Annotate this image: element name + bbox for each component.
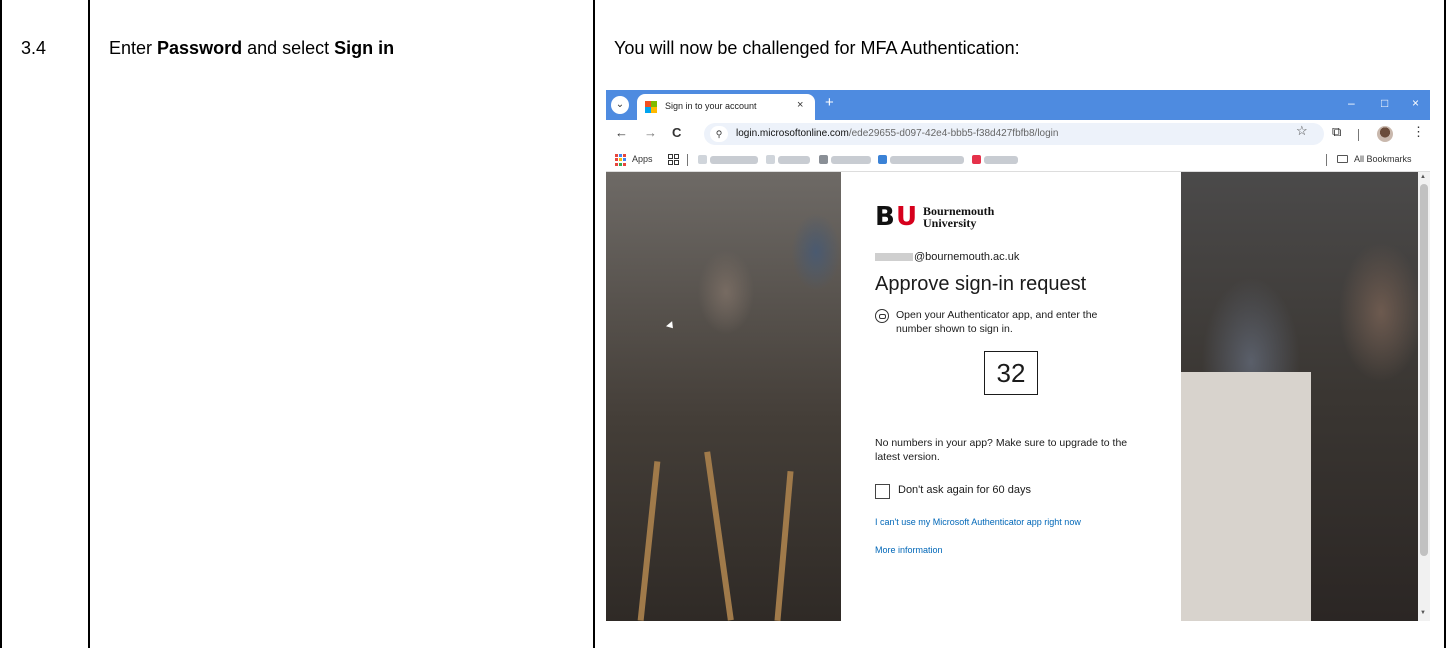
minimize-icon[interactable]: –: [1348, 96, 1355, 110]
authenticator-lock-icon: [875, 309, 889, 323]
column-divider-2: [593, 0, 595, 648]
bookmark-item[interactable]: [984, 156, 1018, 164]
tab-close-icon[interactable]: ×: [797, 99, 803, 111]
logo-name: Bournemouth University: [923, 205, 994, 229]
page-title: Approve sign-in request: [875, 273, 1087, 295]
email-suffix: @bournemouth.ac.uk: [914, 251, 1020, 263]
stool-leg: [704, 451, 734, 621]
bookmark-item[interactable]: [890, 156, 964, 164]
forward-icon[interactable]: →: [644, 125, 657, 140]
extensions-icon[interactable]: ⧉: [1332, 124, 1341, 140]
browser-menu-icon[interactable]: ⋮: [1412, 124, 1425, 140]
step-instruction: Enter Password and select Sign in: [109, 37, 394, 59]
bookmark-favicon[interactable]: [698, 155, 707, 164]
folder-icon[interactable]: [1337, 155, 1348, 163]
url-domain: login.microsoftonline.com: [736, 128, 849, 139]
stool-leg: [774, 471, 794, 621]
site-info-icon[interactable]: ⚲: [710, 126, 728, 142]
authenticator-instruction: Open your Authenticator app, and enter t…: [896, 309, 1098, 335]
browser-screenshot: ⌄ Sign in to your account × + – □ × ← → …: [606, 90, 1430, 621]
logo-letter-u: U: [896, 202, 918, 232]
background-table: [1181, 372, 1311, 621]
redacted-username: [875, 253, 913, 262]
bookmark-favicon[interactable]: [766, 155, 775, 164]
mouse-cursor-icon: [666, 321, 676, 331]
microsoft-logo-icon: [645, 101, 657, 113]
logo-letter-b: B: [875, 202, 895, 232]
column-divider-1: [88, 0, 90, 648]
browser-tab[interactable]: Sign in to your account ×: [637, 94, 815, 120]
tab-title: Sign in to your account: [665, 101, 757, 111]
back-icon[interactable]: ←: [615, 125, 628, 140]
background-photo-left: [606, 172, 841, 621]
bookmark-favicon[interactable]: [972, 155, 981, 164]
logo-line-2: University: [923, 216, 977, 230]
upgrade-note: No numbers in your app? Make sure to upg…: [875, 437, 1128, 463]
apps-icon[interactable]: [615, 154, 627, 166]
bookmark-favicon[interactable]: [878, 155, 887, 164]
url-text[interactable]: login.microsoftonline.com/ede29655-d097-…: [736, 128, 1058, 139]
sign-in-card: B U Bournemouth University @bournemouth.a…: [841, 172, 1181, 621]
dont-ask-again-label[interactable]: Don't ask again for 60 days: [898, 484, 1031, 496]
instruction-prefix: Enter: [109, 38, 158, 58]
more-information-link[interactable]: More information: [875, 545, 943, 555]
apps-label[interactable]: Apps: [632, 154, 653, 164]
instruction-middle: and select: [242, 38, 335, 58]
bookmark-item[interactable]: [831, 156, 871, 164]
close-window-icon[interactable]: ×: [1412, 96, 1419, 110]
step-number: 3.4: [21, 38, 47, 58]
bookmark-favicon[interactable]: [819, 155, 828, 164]
tab-bar: ⌄ Sign in to your account × + – □ ×: [606, 90, 1430, 120]
toolbar-separator: [1358, 129, 1359, 141]
instruction-bold-sign-in: Sign in: [334, 38, 395, 58]
maximize-icon[interactable]: □: [1381, 96, 1388, 110]
bookmark-separator: [1326, 154, 1327, 166]
result-text: You will now be challenged for MFA Authe…: [614, 38, 1020, 58]
reload-icon[interactable]: C: [672, 125, 681, 140]
scroll-down-icon[interactable]: ▼: [1420, 610, 1426, 616]
background-photo-right: [1181, 172, 1418, 621]
bookmarks-bar: Apps All Bookmarks: [606, 148, 1430, 172]
scrollbar-thumb[interactable]: [1420, 184, 1428, 556]
tab-groups-icon[interactable]: [668, 154, 679, 165]
page-scrollbar[interactable]: ▲ ▼: [1418, 172, 1430, 621]
stool-leg: [637, 461, 661, 621]
bookmark-separator: [687, 154, 688, 166]
bookmark-item[interactable]: [778, 156, 810, 164]
profile-avatar[interactable]: [1377, 126, 1393, 142]
bookmark-star-icon[interactable]: ☆: [1296, 123, 1308, 139]
verification-number: 32: [984, 351, 1038, 395]
bookmark-item[interactable]: [710, 156, 758, 164]
address-bar[interactable]: ⚲ login.microsoftonline.com/ede29655-d09…: [704, 123, 1324, 145]
account-email: @bournemouth.ac.uk: [875, 251, 1019, 263]
cant-use-authenticator-link[interactable]: I can't use my Microsoft Authenticator a…: [875, 517, 1081, 527]
tab-search-icon[interactable]: ⌄: [611, 96, 629, 114]
new-tab-icon[interactable]: +: [825, 94, 834, 111]
page-content: B U Bournemouth University @bournemouth.a…: [606, 172, 1418, 621]
instruction-bold-password: Password: [157, 38, 243, 58]
url-path: /ede29655-d097-42e4-bbb5-f38d427fbfb8/lo…: [848, 128, 1059, 139]
all-bookmarks-label[interactable]: All Bookmarks: [1354, 154, 1412, 164]
browser-toolbar: ← → C ⚲ login.microsoftonline.com/ede296…: [606, 120, 1430, 148]
scroll-up-icon[interactable]: ▲: [1420, 174, 1426, 180]
dont-ask-again-checkbox[interactable]: [875, 484, 890, 499]
